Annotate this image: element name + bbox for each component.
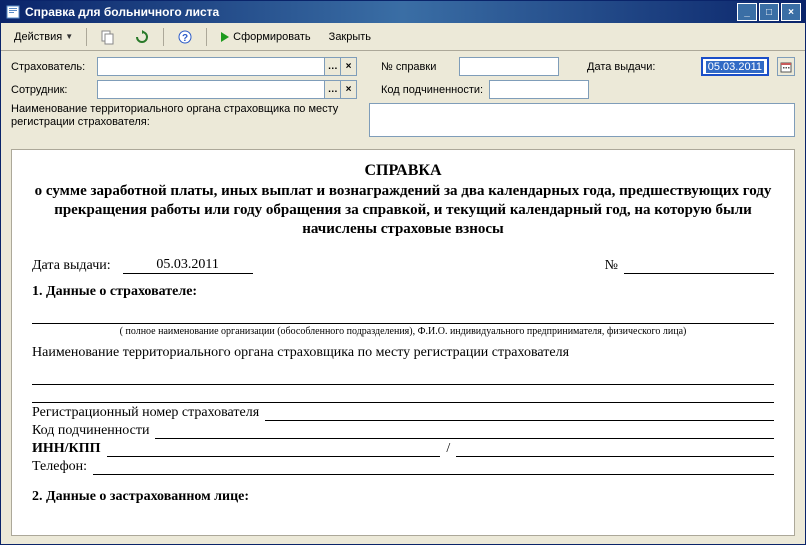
doc-issue-date-value: 05.03.2011 <box>123 257 253 274</box>
doc-insurer-name-line <box>32 308 774 324</box>
doc-subord-code-label: Код подчиненности <box>32 423 149 439</box>
copy-button[interactable] <box>93 26 123 48</box>
cert-number-label: № справки <box>381 61 453 73</box>
doc-reg-number-line <box>265 405 774 421</box>
insurer-clear-button[interactable]: × <box>340 58 356 75</box>
doc-territorial-line2 <box>32 387 774 403</box>
close-button[interactable]: Закрыть <box>322 28 378 46</box>
doc-number-value <box>624 258 774 274</box>
maximize-button[interactable]: □ <box>759 3 779 21</box>
doc-section-2: 2. Данные о застрахованном лице: <box>32 489 774 505</box>
doc-issue-date-label: Дата выдачи: <box>32 258 111 274</box>
separator <box>163 28 164 46</box>
insurer-label: Страхователь: <box>11 61 91 73</box>
window-title: Справка для больничного листа <box>25 5 737 19</box>
calendar-icon <box>780 61 792 73</box>
insurer-select-button[interactable]: … <box>324 58 340 75</box>
doc-reg-number-label: Регистрационный номер страхователя <box>32 405 259 421</box>
doc-territorial-text: Наименование территориального органа стр… <box>32 345 774 361</box>
calendar-button[interactable] <box>777 57 795 76</box>
doc-kpp-line <box>456 441 774 457</box>
refresh-icon <box>134 29 150 45</box>
help-icon: ? <box>177 29 193 45</box>
doc-title: СПРАВКА <box>32 162 774 180</box>
territorial-input[interactable] <box>369 103 795 137</box>
doc-section-1: 1. Данные о страхователе: <box>32 284 774 300</box>
doc-subtitle: о сумме заработной платы, иных выплат и … <box>32 182 774 239</box>
generate-button[interactable]: Сформировать <box>213 28 318 46</box>
help-button[interactable]: ? <box>170 26 200 48</box>
minimize-button[interactable]: _ <box>737 3 757 21</box>
issue-date-label: Дата выдачи: <box>587 61 655 73</box>
doc-phone-label: Телефон: <box>32 459 87 475</box>
doc-subord-code-line <box>155 423 774 439</box>
separator <box>206 28 207 46</box>
actions-label: Действия <box>14 31 62 43</box>
doc-number-label: № <box>605 258 618 274</box>
generate-label: Сформировать <box>233 31 311 43</box>
doc-inn-line <box>107 441 441 457</box>
document-preview[interactable]: СПРАВКА о сумме заработной платы, иных в… <box>11 149 795 536</box>
employee-input-group: … × <box>97 80 357 99</box>
insurer-input[interactable] <box>98 58 324 75</box>
app-icon <box>5 4 21 20</box>
subord-code-label: Код подчиненности: <box>381 84 483 96</box>
issue-date-value: 05.03.2011 <box>706 61 764 73</box>
doc-inn-kpp-sep: / <box>440 441 456 457</box>
doc-inn-kpp-label: ИНН/КПП <box>32 441 101 457</box>
doc-hint-1: ( полное наименование организации (обосо… <box>32 326 774 337</box>
employee-select-button[interactable]: … <box>324 81 340 98</box>
form-area: Страхователь: … × № справки Дата выдачи:… <box>1 51 805 149</box>
refresh-button[interactable] <box>127 26 157 48</box>
issue-date-input[interactable]: 05.03.2011 <box>701 57 769 76</box>
copy-icon <box>100 29 116 45</box>
actions-menu[interactable]: Действия ▼ <box>7 28 80 46</box>
employee-label: Сотрудник: <box>11 84 91 96</box>
doc-territorial-line1 <box>32 369 774 385</box>
doc-issue-line: Дата выдачи: 05.03.2011 № <box>32 257 774 274</box>
subord-code-input[interactable] <box>489 80 589 99</box>
close-label: Закрыть <box>329 31 371 43</box>
svg-text:?: ? <box>182 33 188 44</box>
chevron-down-icon: ▼ <box>65 32 73 41</box>
toolbar: Действия ▼ ? Сформировать Закрыть <box>1 23 805 51</box>
titlebar: Справка для больничного листа _ □ × <box>1 1 805 23</box>
employee-clear-button[interactable]: × <box>340 81 356 98</box>
territorial-label: Наименование территориального органа стр… <box>11 103 363 129</box>
cert-number-input[interactable] <box>459 57 559 76</box>
play-icon <box>220 31 230 43</box>
employee-input[interactable] <box>98 81 324 98</box>
separator <box>86 28 87 46</box>
close-window-button[interactable]: × <box>781 3 801 21</box>
doc-phone-line <box>93 459 774 475</box>
insurer-input-group: … × <box>97 57 357 76</box>
